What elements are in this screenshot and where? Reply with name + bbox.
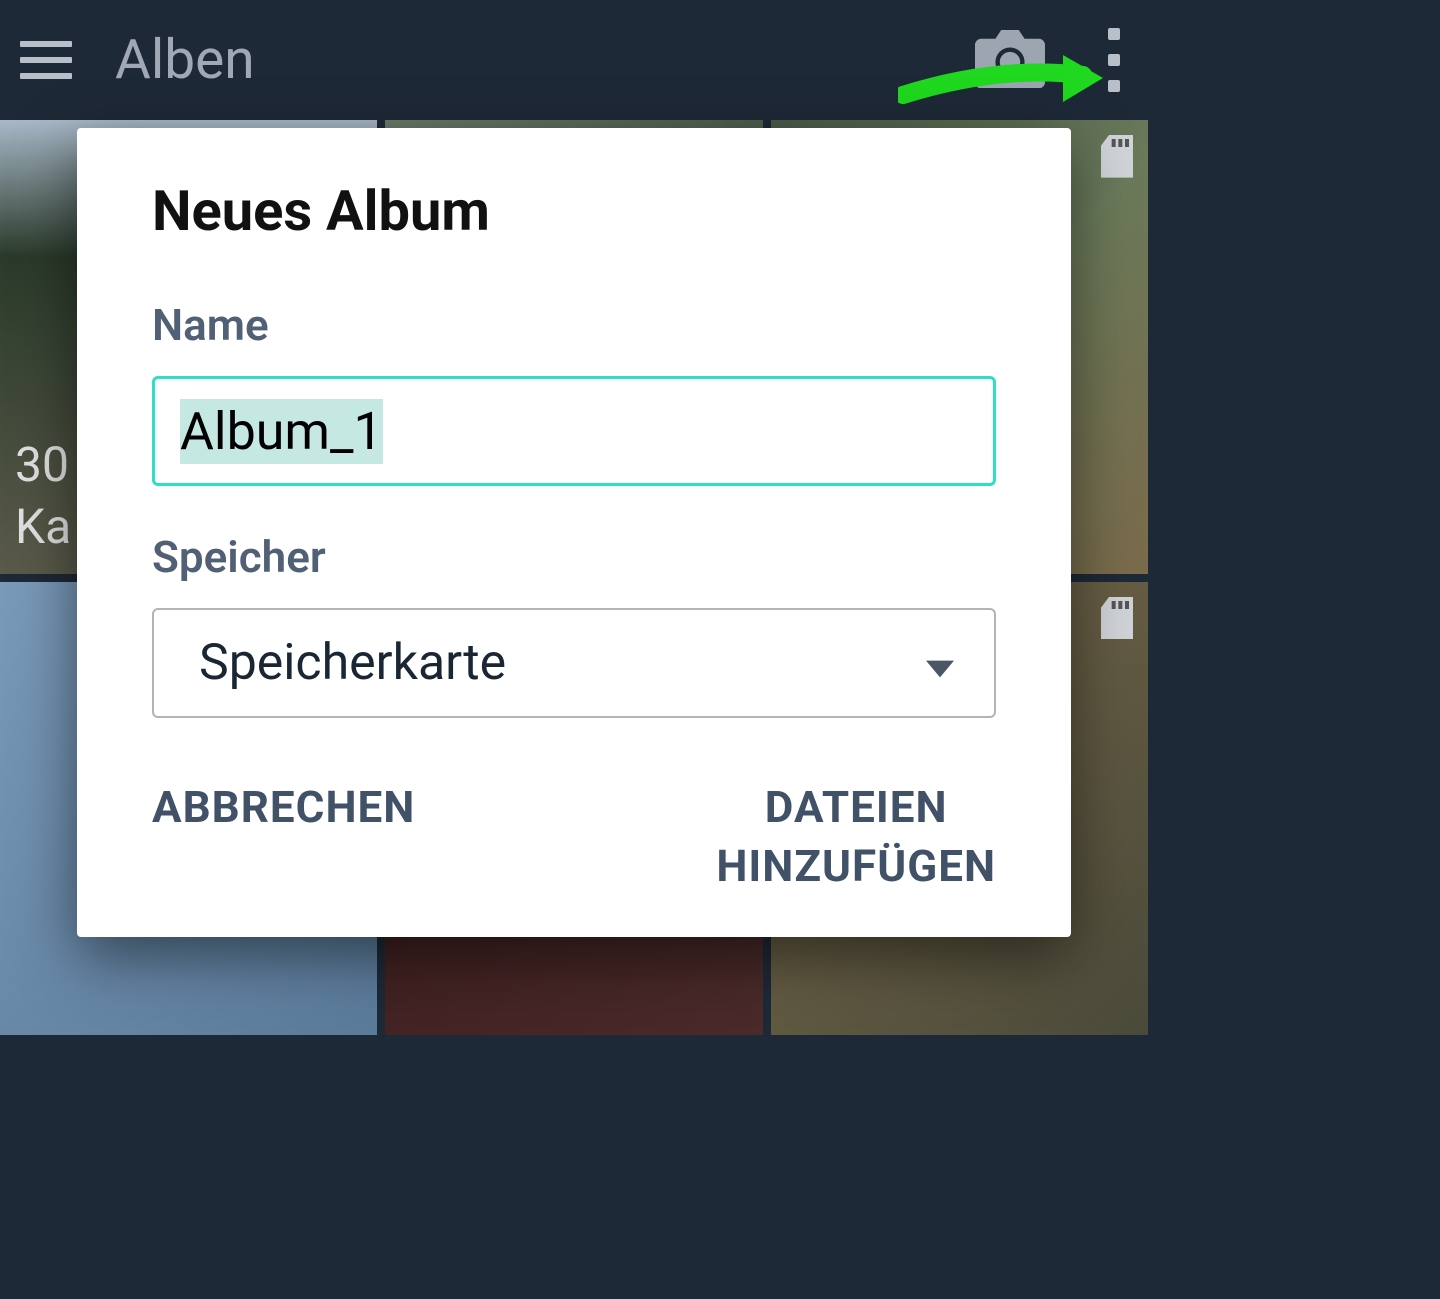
hamburger-menu-icon[interactable] xyxy=(20,30,80,90)
name-label: Name xyxy=(152,299,996,351)
chevron-down-icon xyxy=(926,634,969,692)
app-bar: Alben xyxy=(0,0,1148,120)
overflow-menu-icon[interactable] xyxy=(1100,20,1128,100)
album-label: 30 Ka xyxy=(15,434,71,559)
storage-select[interactable]: Speicherkarte xyxy=(152,608,996,718)
page-title: Alben xyxy=(115,28,975,92)
storage-value: Speicherkarte xyxy=(199,634,506,692)
dialog-actions: ABBRECHEN DATEIENHINZUFÜGEN xyxy=(152,778,996,897)
add-files-button[interactable]: DATEIENHINZUFÜGEN xyxy=(716,778,996,897)
album-name-input[interactable]: Album_1 xyxy=(152,376,996,486)
camera-icon[interactable] xyxy=(975,30,1045,90)
new-album-dialog: Neues Album Name Album_1 Speicher Speich… xyxy=(77,128,1071,937)
sd-card-icon xyxy=(1101,135,1133,175)
sd-card-icon xyxy=(1101,597,1133,637)
cancel-button[interactable]: ABBRECHEN xyxy=(152,778,415,837)
dialog-title: Neues Album xyxy=(152,178,996,244)
storage-label: Speicher xyxy=(152,531,996,583)
